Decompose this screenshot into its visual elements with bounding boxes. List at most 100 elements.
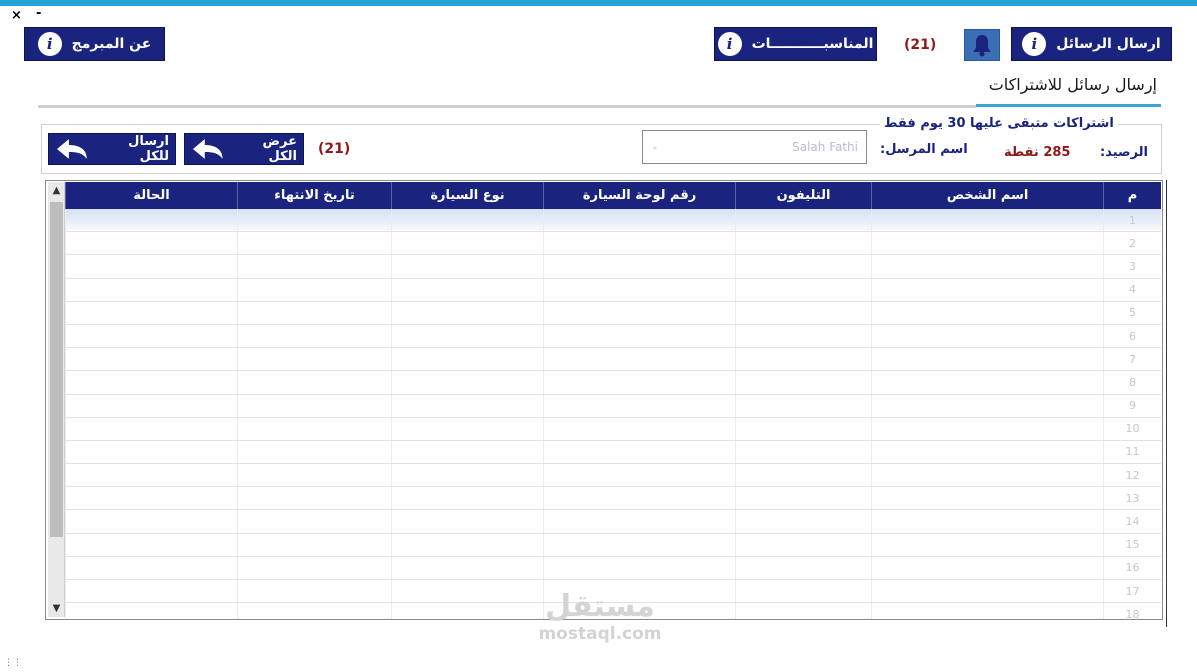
- table-header: م اسم الشخص التليفون رقم لوحة السيارة نو…: [65, 182, 1161, 209]
- cell-status: [65, 417, 237, 440]
- send-all-button[interactable]: ارسال للكل: [48, 133, 176, 165]
- cell-phone: [735, 324, 871, 348]
- cell-plate: [543, 556, 735, 579]
- cell-number: 14: [1103, 510, 1161, 533]
- table-row[interactable]: 4: [65, 278, 1161, 302]
- cell-status: [65, 464, 237, 487]
- cell-plate: [543, 417, 735, 440]
- cell-plate: [543, 371, 735, 394]
- about-label: عن المبرمج: [71, 36, 152, 52]
- cell-number: 18: [1103, 603, 1161, 619]
- table-row[interactable]: 5: [65, 301, 1161, 325]
- show-all-label: عرض الكل: [262, 134, 297, 164]
- cell-status: [65, 580, 237, 603]
- cell-status: [65, 603, 237, 619]
- cell-phone: [735, 440, 871, 464]
- cell-status: [65, 232, 237, 255]
- watermark-latin: mostaql.com: [538, 624, 662, 644]
- cell-expiry: [237, 232, 391, 255]
- table-row[interactable]: 13: [65, 487, 1161, 511]
- cell-phone: [735, 394, 871, 417]
- cell-car-type: [391, 464, 543, 487]
- occasions-label: المناسبـــــــــــات: [751, 36, 874, 52]
- column-header-name[interactable]: اسم الشخص: [871, 182, 1103, 209]
- watermark: مستقل mostaql.com: [520, 590, 680, 645]
- cell-car-type: [391, 255, 543, 278]
- sender-select[interactable]: ⌄ Salah Fathi: [642, 130, 867, 164]
- cell-car-type: [391, 209, 543, 232]
- cell-name: [871, 394, 1103, 417]
- minimize-button[interactable]: -: [36, 6, 41, 21]
- back-arrow-icon: [56, 139, 87, 159]
- cell-name: [871, 603, 1103, 619]
- column-header-car-type[interactable]: نوع السيارة: [391, 182, 543, 209]
- cell-expiry: [237, 348, 391, 371]
- column-header-number[interactable]: م: [1103, 182, 1161, 209]
- cell-car-type: [391, 487, 543, 510]
- column-header-status[interactable]: الحالة: [65, 182, 237, 209]
- cell-phone: [735, 301, 871, 324]
- close-button[interactable]: ×: [11, 8, 22, 23]
- table-row[interactable]: 16: [65, 556, 1161, 580]
- cell-name: [871, 278, 1103, 301]
- cell-name: [871, 255, 1103, 278]
- cell-name: [871, 556, 1103, 579]
- send-messages-button[interactable]: ارسال الرسائل i: [1011, 27, 1172, 61]
- cell-name: [871, 487, 1103, 510]
- cell-plate: [543, 487, 735, 510]
- table-row[interactable]: 14: [65, 510, 1161, 534]
- dropdown-chevron-icon[interactable]: ⌄: [651, 142, 659, 152]
- column-header-phone[interactable]: التليفون: [735, 182, 871, 209]
- table-row[interactable]: 7: [65, 348, 1161, 372]
- table-row[interactable]: 10: [65, 417, 1161, 441]
- notifications-button[interactable]: [964, 29, 1000, 61]
- scroll-up-icon[interactable]: ▲: [48, 182, 65, 199]
- cell-expiry: [237, 371, 391, 394]
- cell-plate: [543, 232, 735, 255]
- cell-expiry: [237, 301, 391, 324]
- cell-name: [871, 371, 1103, 394]
- results-count: (21): [318, 141, 351, 157]
- show-all-button[interactable]: عرض الكل: [184, 133, 304, 165]
- table-row[interactable]: 11: [65, 440, 1161, 465]
- cell-expiry: [237, 580, 391, 603]
- cell-plate: [543, 278, 735, 301]
- table-row[interactable]: 2: [65, 232, 1161, 256]
- table-row[interactable]: 15: [65, 533, 1161, 557]
- resize-grip[interactable]: ⋮⋮: [4, 658, 22, 668]
- cell-name: [871, 301, 1103, 324]
- cell-status: [65, 301, 237, 324]
- cell-plate: [543, 324, 735, 348]
- cell-number: 17: [1103, 580, 1161, 603]
- cell-expiry: [237, 209, 391, 232]
- cell-number: 3: [1103, 255, 1161, 278]
- table-row[interactable]: 3: [65, 255, 1161, 279]
- vertical-scrollbar[interactable]: ▲ ▼: [48, 182, 65, 617]
- cell-phone: [735, 371, 871, 394]
- cell-phone: [735, 209, 871, 232]
- cell-expiry: [237, 417, 391, 440]
- table-row[interactable]: 9: [65, 394, 1161, 418]
- cell-number: 12: [1103, 464, 1161, 487]
- occasions-button[interactable]: المناسبـــــــــــات i: [714, 27, 877, 61]
- table-row[interactable]: 8: [65, 371, 1161, 395]
- about-programmer-button[interactable]: عن المبرمج i: [24, 27, 165, 61]
- cell-phone: [735, 464, 871, 487]
- send-messages-label: ارسال الرسائل: [1056, 36, 1161, 52]
- cell-name: [871, 580, 1103, 603]
- sender-label: اسم المرسل:: [880, 142, 968, 157]
- table-row[interactable]: 1: [65, 209, 1161, 233]
- column-header-plate[interactable]: رقم لوحة السيارة: [543, 182, 735, 209]
- cell-phone: [735, 255, 871, 278]
- cell-number: 6: [1103, 324, 1161, 348]
- table-row[interactable]: 6: [65, 324, 1161, 349]
- cell-status: [65, 255, 237, 278]
- cell-name: [871, 348, 1103, 371]
- cell-number: 9: [1103, 394, 1161, 417]
- column-header-expiry[interactable]: تاريخ الانتهاء: [237, 182, 391, 209]
- cell-expiry: [237, 394, 391, 417]
- scroll-down-icon[interactable]: ▼: [48, 600, 65, 617]
- table-row[interactable]: 12: [65, 464, 1161, 488]
- scrollbar-thumb[interactable]: [50, 202, 63, 537]
- filter-legend: اشتراكات متبقى عليها 30 يوم فقط: [880, 116, 1118, 131]
